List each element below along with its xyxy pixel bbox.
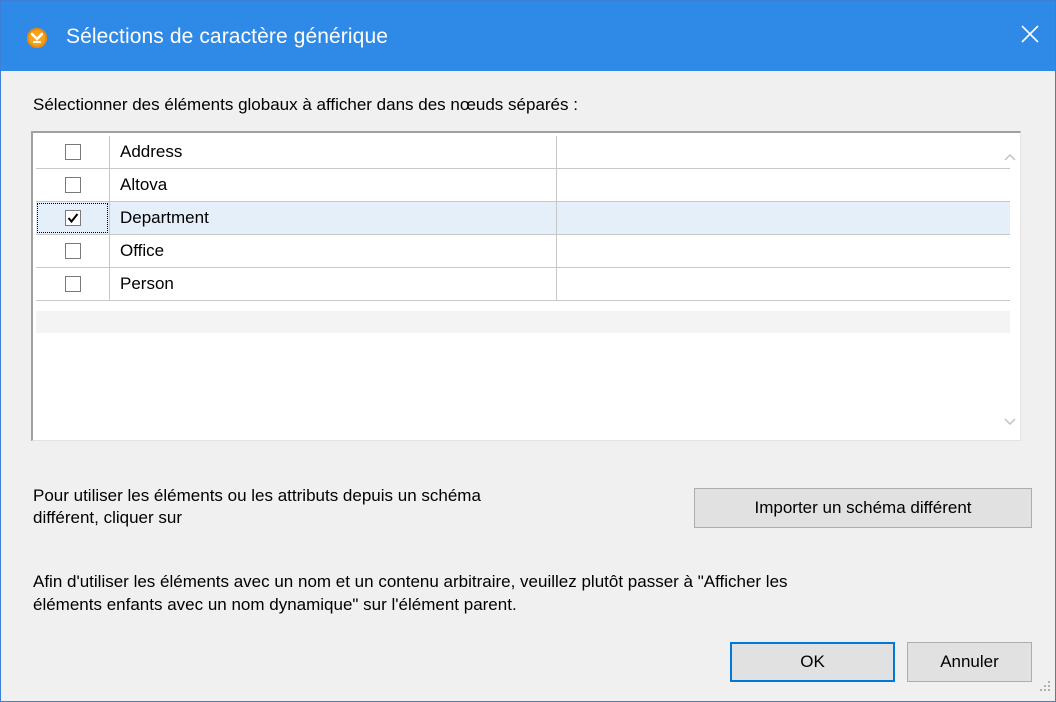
dialog-title: Sélections de caractère générique (66, 25, 389, 48)
list-item-label: Department (120, 208, 209, 227)
empty-row (36, 311, 1010, 333)
list-item[interactable]: Altova (36, 169, 1010, 202)
checkmark-icon (67, 213, 79, 224)
checkbox-cell[interactable] (36, 268, 110, 300)
list-item-label: Altova (120, 175, 168, 194)
column-divider (556, 169, 557, 201)
checkbox-cell[interactable] (36, 136, 110, 168)
global-elements-list[interactable]: Address Altova Department Office Person (31, 131, 1021, 441)
list-item-selected[interactable]: Department (36, 202, 1010, 235)
title-bar[interactable]: Sélections de caractère générique (1, 1, 1055, 71)
list-item[interactable]: Office (36, 235, 1010, 268)
checkbox[interactable] (65, 144, 81, 160)
checkbox-cell[interactable] (36, 202, 110, 234)
column-divider (556, 202, 557, 234)
column-divider (556, 268, 557, 300)
list-item[interactable]: Person (36, 268, 1010, 301)
import-info-text: Pour utiliser les éléments ou les attrib… (33, 485, 633, 529)
cancel-button[interactable]: Annuler (907, 642, 1032, 682)
column-divider (556, 136, 557, 168)
checkbox[interactable] (65, 243, 81, 259)
close-button[interactable] (1005, 1, 1055, 71)
import-schema-button[interactable]: Importer un schéma différent (694, 488, 1032, 528)
checkbox-cell[interactable] (36, 169, 110, 201)
ok-button[interactable]: OK (730, 642, 895, 682)
dialog-window: Sélections de caractère générique Sélect… (0, 0, 1056, 702)
chevron-up-icon[interactable] (1003, 149, 1017, 167)
wildcard-info-text: Afin d'utiliser les éléments avec un nom… (33, 570, 1023, 616)
wildcard-info-line1: Afin d'utiliser les éléments avec un nom… (33, 572, 788, 591)
close-icon (1020, 24, 1040, 49)
resize-grip-icon[interactable] (1039, 679, 1051, 697)
checkbox[interactable] (65, 276, 81, 292)
list-prompt: Sélectionner des éléments globaux à affi… (33, 95, 578, 114)
column-divider (556, 235, 557, 267)
checkbox-cell[interactable] (36, 235, 110, 267)
list-item-label: Office (120, 241, 165, 260)
list-item[interactable]: Address (36, 136, 1010, 169)
list-item-label: Person (120, 274, 174, 293)
checkbox-checked[interactable] (65, 210, 81, 226)
chevron-down-icon[interactable] (1003, 414, 1017, 432)
import-info-line2: différent, cliquer sur (33, 508, 182, 527)
wildcard-info-line2: éléments enfants avec un nom dynamique" … (33, 595, 517, 614)
list-item-label: Address (120, 142, 183, 161)
altova-mapforce-icon (27, 28, 47, 48)
checkbox[interactable] (65, 177, 81, 193)
import-info-line1: Pour utiliser les éléments ou les attrib… (33, 486, 481, 505)
